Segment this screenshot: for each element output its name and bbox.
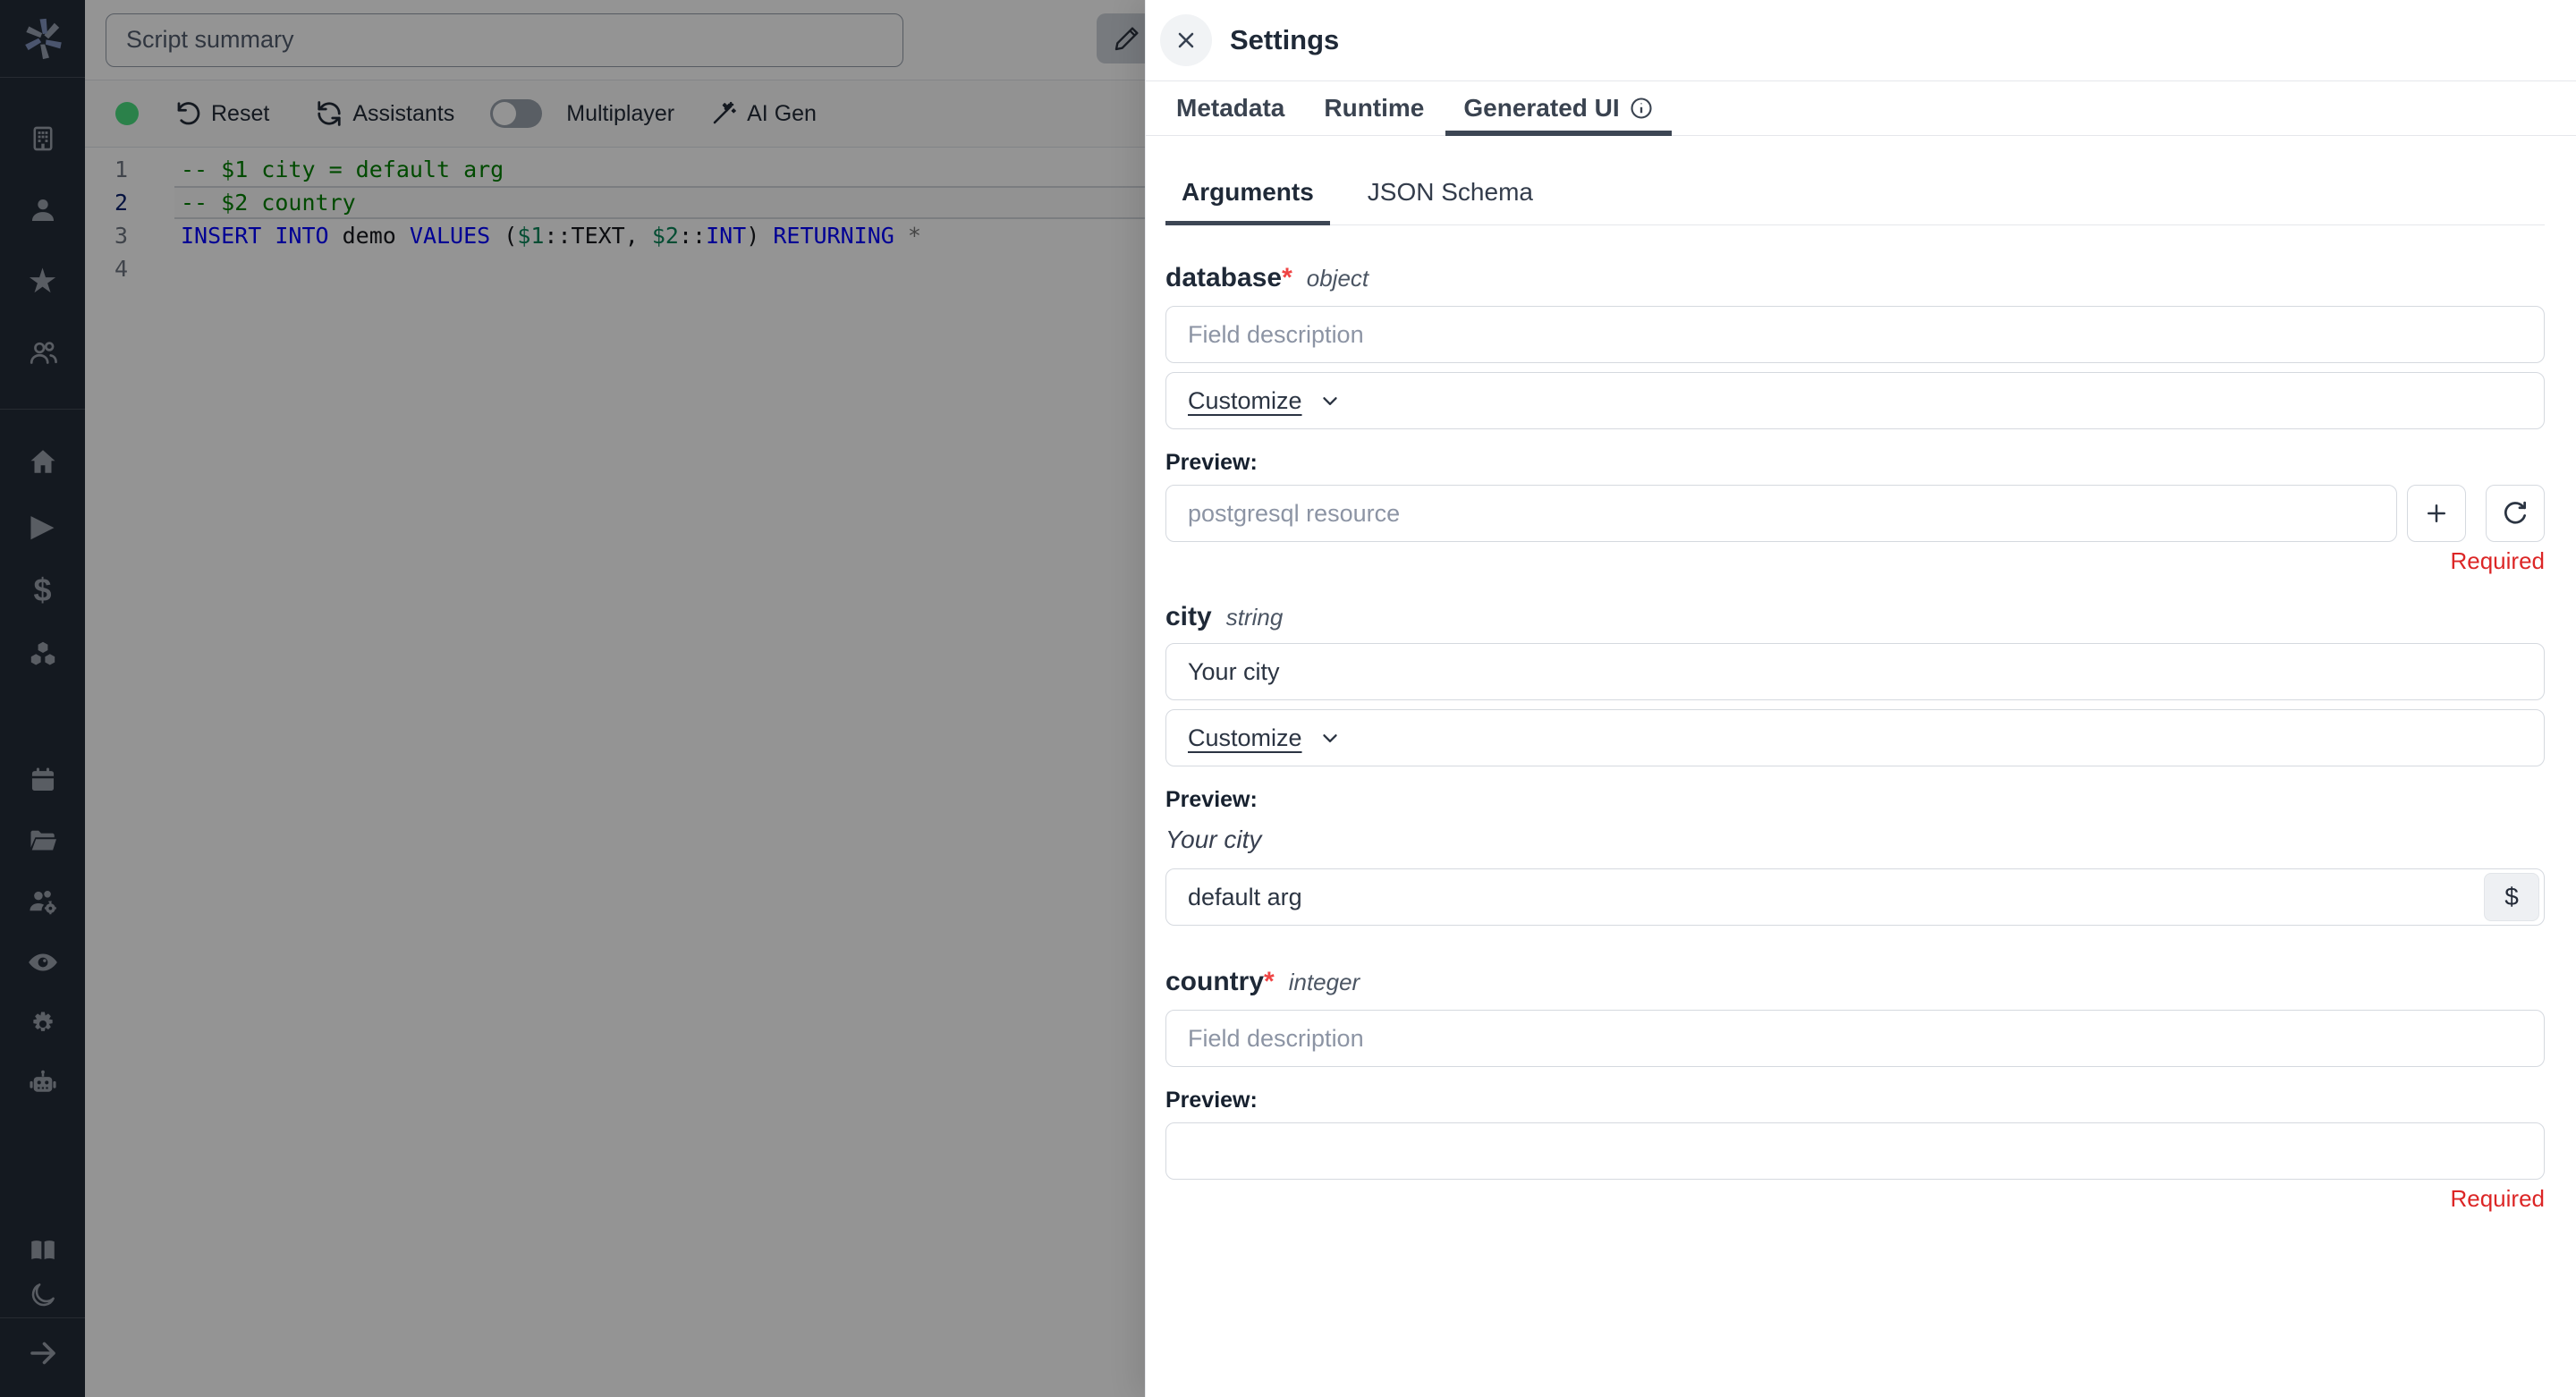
drawer-title: Settings bbox=[1230, 24, 1339, 56]
preview-description: Your city bbox=[1165, 826, 2545, 854]
preview-label: Preview: bbox=[1165, 450, 2545, 476]
rotate-cw-icon bbox=[2502, 500, 2529, 527]
tab-generated-ui[interactable]: Generated UI bbox=[1444, 81, 1673, 135]
subtab-arguments[interactable]: Arguments bbox=[1165, 165, 1330, 224]
customize-link[interactable]: Customize bbox=[1188, 387, 1302, 415]
customize-link[interactable]: Customize bbox=[1188, 724, 1302, 752]
settings-drawer: Settings Metadata Runtime Generated UI A… bbox=[1145, 0, 2576, 1397]
settings-tabs: Metadata Runtime Generated UI bbox=[1146, 81, 2576, 136]
required-hint: Required bbox=[1165, 547, 2545, 575]
field-description-input[interactable] bbox=[1165, 643, 2545, 700]
app-root: ★ ▶$ Reset bbox=[0, 0, 2576, 1397]
preview-label: Preview: bbox=[1165, 1088, 2545, 1113]
subtab-json-schema[interactable]: JSON Schema bbox=[1352, 165, 1549, 224]
arg-name: city bbox=[1165, 602, 1212, 632]
info-icon[interactable] bbox=[1629, 96, 1654, 121]
add-resource-button[interactable] bbox=[2407, 485, 2466, 542]
arg-heading: country* integer bbox=[1165, 967, 2545, 997]
customize-box: Customize bbox=[1165, 372, 2545, 429]
insert-variable-button[interactable]: $ bbox=[2484, 873, 2539, 921]
arg-type: string bbox=[1226, 604, 1284, 631]
drawer-body: Arguments JSON Schema database* object C… bbox=[1146, 136, 2576, 1397]
close-button[interactable] bbox=[1160, 14, 1212, 66]
arg-type: integer bbox=[1289, 969, 1360, 996]
plus-icon bbox=[2423, 500, 2450, 527]
arg-section-country: country* integer Preview: Required bbox=[1165, 967, 2545, 1213]
drawer-header: Settings bbox=[1146, 0, 2576, 81]
arguments-subtabs: Arguments JSON Schema bbox=[1165, 165, 2545, 225]
required-asterisk: * bbox=[1264, 967, 1275, 997]
arg-heading: city string bbox=[1165, 602, 2545, 632]
default-arg-row: $ bbox=[1165, 868, 2545, 926]
preview-label: Preview: bbox=[1165, 787, 2545, 813]
default-arg-input[interactable] bbox=[1165, 868, 2545, 926]
arg-section-city: city string Customize Preview: Your city… bbox=[1165, 602, 2545, 926]
modal-overlay[interactable] bbox=[0, 0, 1146, 1397]
resource-preview-row bbox=[1165, 485, 2545, 542]
field-description-input[interactable] bbox=[1165, 1010, 2545, 1067]
country-preview-input[interactable] bbox=[1165, 1122, 2545, 1180]
required-hint: Required bbox=[1165, 1185, 2545, 1213]
arg-heading: database* object bbox=[1165, 263, 2545, 293]
tab-runtime[interactable]: Runtime bbox=[1304, 81, 1444, 135]
arg-type: object bbox=[1307, 265, 1368, 292]
arg-name: database bbox=[1165, 263, 1282, 293]
customize-box: Customize bbox=[1165, 709, 2545, 766]
arg-name: country bbox=[1165, 967, 1264, 997]
required-asterisk: * bbox=[1282, 263, 1292, 293]
refresh-resource-button[interactable] bbox=[2486, 485, 2545, 542]
resource-picker-input[interactable] bbox=[1165, 485, 2397, 542]
chevron-down-icon[interactable] bbox=[1318, 726, 1342, 749]
tab-metadata[interactable]: Metadata bbox=[1157, 81, 1304, 135]
tab-generated-ui-label: Generated UI bbox=[1463, 94, 1619, 123]
close-icon bbox=[1174, 28, 1199, 53]
arg-section-database: database* object Customize Preview: bbox=[1165, 263, 2545, 575]
chevron-down-icon[interactable] bbox=[1318, 389, 1342, 412]
field-description-input[interactable] bbox=[1165, 306, 2545, 363]
